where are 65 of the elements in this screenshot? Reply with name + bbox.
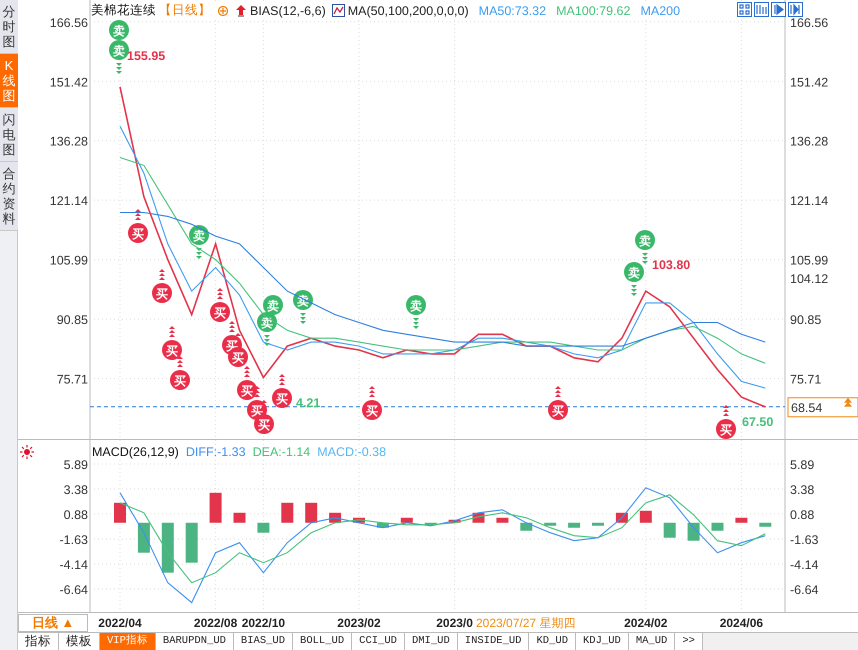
date-label: 2024/06 [720, 616, 764, 630]
date-label: 2022/08 [194, 616, 238, 630]
buy-signal: 买 [152, 269, 172, 303]
ma-value: MA50:73.32 [478, 4, 546, 18]
axis-label: 166.56 [50, 16, 88, 30]
axis-label: 151.42 [50, 75, 88, 90]
axis-label: -6.64 [790, 583, 818, 598]
axis-label: 105.99 [50, 254, 88, 268]
buy-signal: 买 [162, 326, 182, 360]
axis-label: -4.14 [60, 558, 88, 572]
axis-label: -4.14 [790, 558, 818, 572]
date-label: 2023/0 [436, 616, 473, 630]
indicator-value: DEA:-1.14 [252, 445, 310, 459]
indicator-title: MACD(26,12,9) [92, 445, 179, 459]
date-label: 2022/04 [98, 616, 142, 630]
axis-label: -6.64 [60, 583, 88, 598]
price-annotation: 4.21 [296, 396, 320, 410]
date-label: 2022/10 [242, 616, 286, 630]
axis-label: 121.14 [790, 194, 828, 208]
sell-signal: 卖 [624, 262, 644, 296]
axis-label: 3.38 [790, 483, 814, 498]
date-label: 2023/02 [337, 616, 381, 630]
axis-label: 5.89 [64, 458, 88, 472]
axis-label: -1.63 [790, 533, 818, 548]
buy-signal: 买 [210, 288, 230, 322]
axis-label: 5.89 [790, 458, 814, 472]
indicator-label: MA(50,100,200,0,0,0) [348, 4, 469, 18]
axis-label: 151.42 [790, 75, 828, 90]
axis-label: 90.85 [790, 313, 822, 328]
indicator-value: DIFF:-1.33 [186, 445, 246, 459]
ma-value: MA200 [640, 4, 680, 18]
ma-value: MA100:79.62 [556, 4, 630, 18]
axis-label: 0.88 [64, 508, 88, 522]
axis-label: 75.71 [56, 372, 88, 387]
axis-label: 75.71 [790, 372, 822, 387]
sell-signal: 卖 [189, 225, 209, 259]
chart-title: 美棉花连续 [91, 2, 156, 19]
buy-signal: 买 [170, 356, 190, 390]
buy-signal: 买 [548, 386, 568, 420]
indicator-value: MACD:-0.38 [317, 445, 386, 459]
sell-signal: 卖 [257, 312, 277, 346]
sell-signal: 卖 [109, 40, 129, 74]
price-annotation: 103.80 [652, 258, 690, 272]
axis-label: 3.38 [64, 483, 88, 498]
last-price-label: 68.54 [791, 400, 822, 415]
axis-label: -1.63 [60, 533, 88, 548]
period-label: 【日线】 [159, 2, 211, 19]
axis-label: 90.85 [56, 313, 88, 328]
crosshair-date: 2023/07/27 星期四 [476, 616, 576, 630]
buy-signal: 买 [716, 405, 736, 439]
buy-signal: 买 [362, 386, 382, 420]
date-label: 2024/02 [624, 616, 668, 630]
axis-label: 136.28 [790, 134, 828, 149]
axis-label: 105.99 [790, 254, 828, 268]
price-annotation: 67.50 [742, 415, 774, 429]
axis-label: 121.14 [50, 194, 88, 208]
buy-signal: 买 [128, 209, 148, 243]
sell-signal: 卖 [406, 295, 426, 329]
axis-label: 0.88 [790, 508, 814, 522]
buy-signal: 买 [272, 374, 292, 408]
price-annotation: 155.95 [127, 49, 166, 63]
price-label: 104.12 [790, 272, 828, 286]
axis-label: 136.28 [50, 134, 88, 149]
indicator-label: BIAS(12,-6,6) [250, 4, 326, 18]
axis-label: 166.56 [790, 16, 828, 30]
